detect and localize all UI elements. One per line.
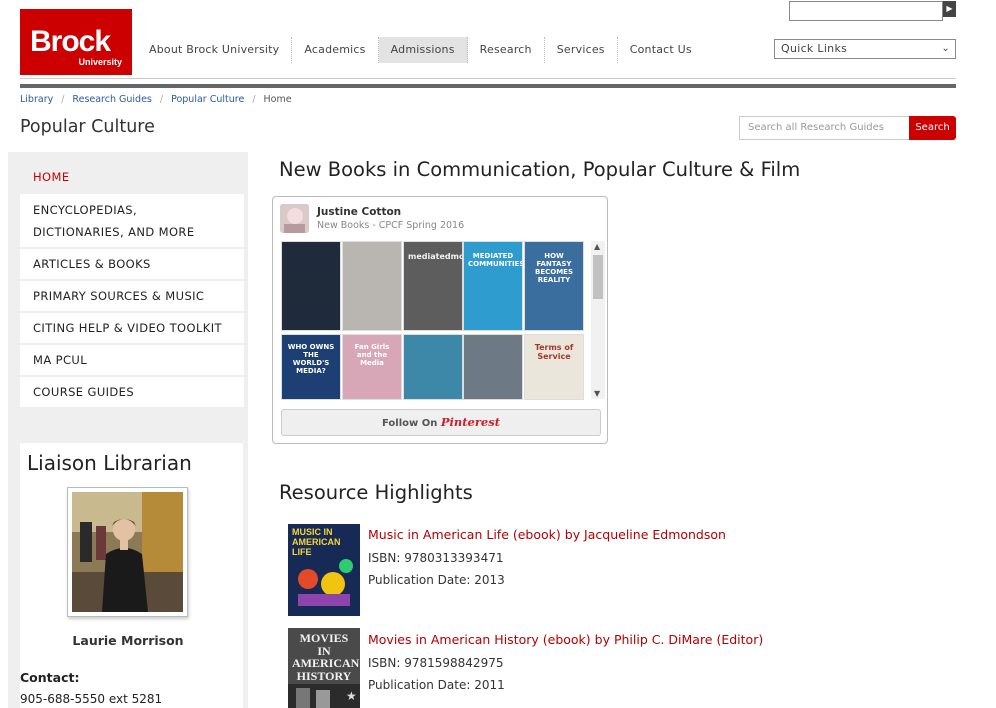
logo-subtext: University — [78, 57, 122, 67]
page-title: Popular Culture — [20, 117, 155, 137]
sidebar-item-articles-books[interactable]: ARTICLES & BOOKS — [20, 249, 244, 279]
nav-admissions[interactable]: Admissions — [378, 37, 468, 63]
pin-caption: mediatedmoms — [408, 252, 462, 261]
nav-research[interactable]: Research — [468, 37, 545, 63]
quick-links-label: Quick Links — [781, 42, 848, 55]
pin-book-cover[interactable] — [463, 334, 523, 400]
breadcrumb: Library / Research Guides / Popular Cultur… — [20, 94, 292, 105]
scroll-down-icon[interactable]: ▼ — [594, 389, 600, 398]
pin-book-cover[interactable]: Fan Girls and the Media — [342, 334, 402, 400]
cover-title: MOVIES IN AMERICAN HISTORY — [292, 631, 360, 683]
follow-label: Follow On — [381, 418, 438, 429]
pinner-name[interactable]: Justine Cotton — [317, 206, 401, 218]
nav-academics[interactable]: Academics — [292, 37, 379, 63]
guide-nav: HOME ENCYCLOPEDIAS, DICTIONARIES, AND MO… — [20, 162, 244, 409]
resource-highlights-heading: Resource Highlights — [279, 481, 473, 504]
svg-text:★: ★ — [346, 689, 357, 703]
quick-links-select[interactable]: Quick Links ⌄ — [774, 39, 956, 59]
liaison-title: Liaison Librarian — [27, 451, 192, 475]
cover-title: MUSIC IN AMERICAN LIFE — [292, 527, 341, 557]
pin-book-cover[interactable]: MEDIATED COMMUNITIES — [463, 241, 523, 331]
nav-about[interactable]: About Brock University — [137, 37, 293, 63]
scroll-up-icon[interactable]: ▲ — [594, 242, 600, 251]
chevron-down-icon: ⌄ — [941, 43, 950, 54]
sidebar-item-citing-help[interactable]: CITING HELP & VIDEO TOOLKIT — [20, 313, 244, 343]
nav-services[interactable]: Services — [545, 37, 618, 63]
liaison-librarian-box: Liaison Librarian Laurie Morrison — [20, 443, 243, 708]
pin-book-cover[interactable] — [281, 241, 341, 331]
new-books-heading: New Books in Communication, Popular Cult… — [279, 158, 801, 181]
sidebar-item-home[interactable]: HOME — [20, 162, 244, 192]
pin-book-cover[interactable]: mediatedmoms — [403, 241, 463, 331]
board-name[interactable]: New Books - CPCF Spring 2016 — [317, 220, 464, 231]
main-nav: About Brock University Academics Admissi… — [137, 37, 704, 63]
librarian-photo — [67, 487, 188, 617]
sidebar-item-course-guides[interactable]: COURSE GUIDES — [20, 377, 244, 407]
sidebar-item-encyclopedias[interactable]: ENCYCLOPEDIAS, DICTIONARIES, AND MORE — [20, 194, 244, 247]
nav-contact[interactable]: Contact Us — [618, 37, 704, 63]
pinterest-logo: Pinterest — [440, 415, 501, 429]
breadcrumb-library[interactable]: Library — [20, 94, 53, 105]
pin-caption: MEDIATED COMMUNITIES — [468, 252, 523, 269]
sidebar-item-primary-sources[interactable]: PRIMARY SOURCES & MUSIC — [20, 281, 244, 311]
pin-book-cover[interactable]: WHO OWNS THE WORLD'S MEDIA? — [281, 334, 341, 400]
librarian-name: Laurie Morrison — [72, 633, 184, 648]
contact-label: Contact: — [20, 670, 80, 685]
site-search-button[interactable]: ▶ — [943, 1, 956, 17]
play-arrow-icon: ▶ — [946, 4, 953, 13]
follow-on-pinterest-button[interactable]: Follow On Pinterest — [281, 409, 601, 436]
resource-isbn: ISBN: 9781598842975 — [368, 656, 504, 670]
resource-cover[interactable]: MOVIES IN AMERICAN HISTORY ★ — [288, 628, 360, 708]
pin-caption: Terms of Service — [534, 343, 574, 362]
resource-date: Publication Date: 2013 — [368, 573, 505, 587]
sidebar-item-ma-pcul[interactable]: MA PCUL — [20, 345, 244, 375]
logo-wordmark: Brock — [30, 25, 111, 58]
pin-book-cover[interactable] — [403, 334, 463, 400]
pin-book-cover[interactable]: HOW FANTASY BECOMES REALITY — [524, 241, 584, 331]
resource-date: Publication Date: 2011 — [368, 678, 505, 692]
pinner-avatar[interactable] — [280, 204, 309, 233]
pin-book-cover[interactable]: Terms of Service — [524, 334, 584, 400]
resource-link-movies-american-history[interactable]: Movies in American History (ebook) by Ph… — [368, 632, 763, 647]
breadcrumb-research-guides[interactable]: Research Guides — [72, 94, 151, 105]
resource-link-music-american-life[interactable]: Music in American Life (ebook) by Jacque… — [368, 527, 726, 542]
pin-caption: WHO OWNS THE WORLD'S MEDIA? — [287, 343, 335, 376]
widget-scrollbar[interactable]: ▲ ▼ — [591, 241, 605, 399]
pin-book-cover[interactable] — [342, 241, 402, 331]
guide-search-input[interactable]: Search all Research Guides — [739, 116, 909, 140]
resource-isbn: ISBN: 9780313393471 — [368, 551, 504, 565]
pin-caption: HOW FANTASY BECOMES REALITY — [535, 252, 573, 285]
brock-logo[interactable]: Brock University — [20, 9, 132, 75]
guide-search-button[interactable]: Search — [909, 116, 956, 140]
header-bar — [20, 84, 956, 88]
pinterest-board-widget: Justine Cotton New Books - CPCF Spring 2… — [272, 196, 608, 444]
scrollbar-thumb[interactable] — [593, 255, 603, 299]
librarian-portrait-image — [72, 492, 183, 612]
header-divider — [20, 78, 956, 79]
breadcrumb-popular-culture[interactable]: Popular Culture — [171, 94, 244, 105]
sidebar: HOME ENCYCLOPEDIAS, DICTIONARIES, AND MO… — [8, 152, 248, 708]
resource-cover[interactable]: MUSIC IN AMERICAN LIFE — [288, 524, 360, 616]
site-search-input[interactable] — [789, 1, 943, 21]
breadcrumb-current: Home — [263, 94, 292, 105]
contact-phone: 905-688-5550 ext 5281 — [20, 692, 163, 706]
pin-caption: Fan Girls and the Media — [354, 343, 390, 368]
